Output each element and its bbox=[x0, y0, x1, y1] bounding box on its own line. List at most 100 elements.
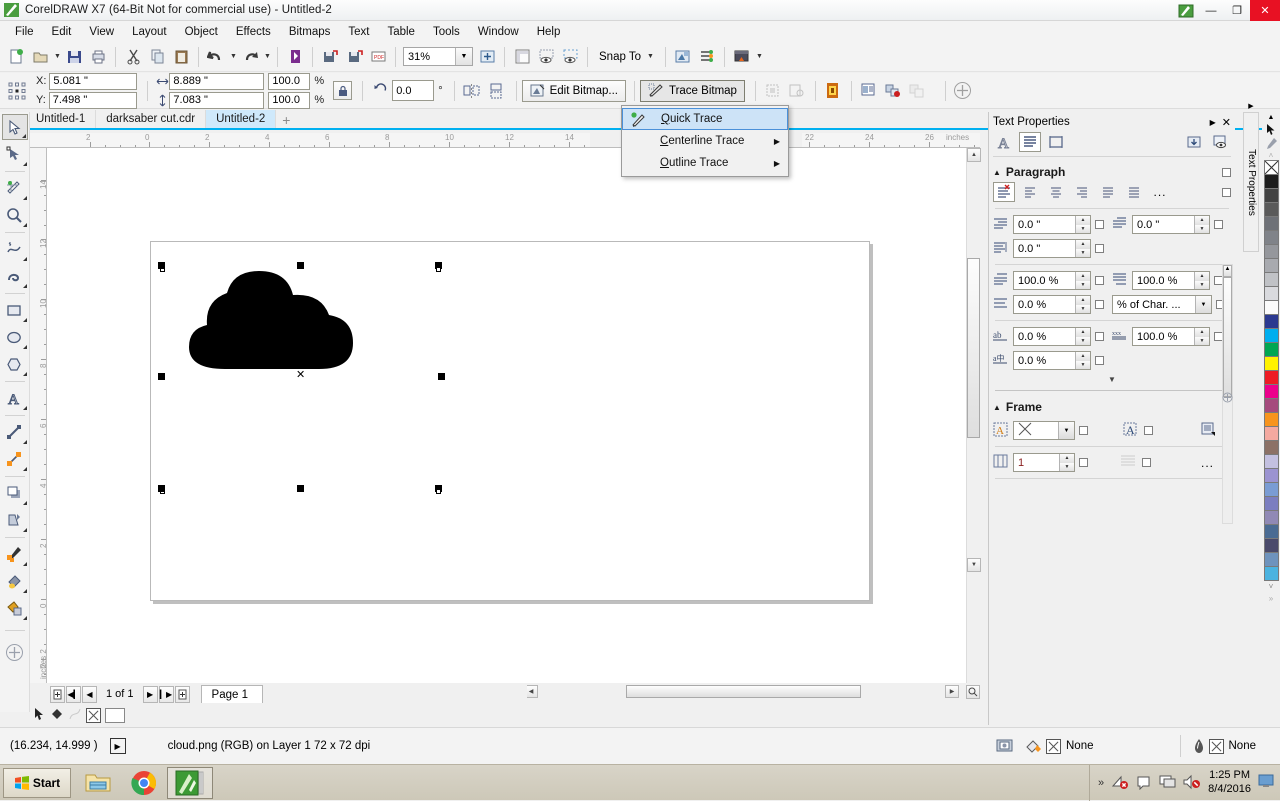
preview-text-icon[interactable] bbox=[1209, 132, 1231, 152]
before-paragraph-input[interactable]: 100.0 % ▲ ▼ bbox=[1013, 271, 1091, 290]
tool-crop[interactable] bbox=[2, 175, 28, 201]
mirror-vertical-icon[interactable] bbox=[484, 79, 508, 103]
no-fill-swatch[interactable] bbox=[86, 707, 101, 723]
menu-text[interactable]: Text bbox=[339, 24, 378, 40]
menu-item-centerline-trace[interactable]: Centerline Trace ▶ bbox=[622, 130, 788, 152]
alignment-checkbox[interactable] bbox=[1222, 187, 1231, 197]
scroll-down-arrow-icon[interactable]: ▼ bbox=[967, 558, 981, 572]
language-spacing-input[interactable]: 0.0 % ▲ ▼ bbox=[1013, 351, 1091, 370]
vertical-alignment-checkbox[interactable] bbox=[1079, 426, 1088, 435]
align-full-justify-button[interactable] bbox=[1097, 182, 1119, 202]
open-dropdown-arrow-icon[interactable]: ▼ bbox=[52, 45, 62, 69]
status-expand-button[interactable]: ▶ bbox=[109, 738, 126, 754]
menu-item-quick-trace[interactable]: Quick Trace bbox=[622, 108, 788, 130]
palette-swatch-17[interactable] bbox=[1263, 398, 1279, 413]
import-text-styles-icon[interactable] bbox=[1183, 132, 1205, 152]
object-manager-icon[interactable] bbox=[695, 45, 719, 69]
snap-to-arrow-icon[interactable]: ▼ bbox=[647, 53, 654, 60]
palette-swatch-19[interactable] bbox=[1263, 426, 1279, 441]
palette-swatch-25[interactable] bbox=[1263, 510, 1279, 525]
x-position-input[interactable]: 5.081 " bbox=[49, 72, 138, 90]
scroll-right-arrow-icon[interactable]: ▶ bbox=[945, 685, 959, 698]
align-force-justify-button[interactable] bbox=[1123, 182, 1145, 202]
undo-dropdown-arrow-icon[interactable]: ▼ bbox=[228, 45, 238, 69]
bitmap-color-mask-icon[interactable] bbox=[821, 79, 845, 103]
tool-polygon[interactable] bbox=[2, 351, 28, 377]
align-right-button[interactable] bbox=[1071, 182, 1093, 202]
doc-tab-darksaber[interactable]: darksaber cut.cdr bbox=[96, 110, 207, 128]
columns-checkbox[interactable] bbox=[1079, 458, 1088, 467]
close-button[interactable]: ✕ bbox=[1250, 0, 1280, 21]
last-page-button[interactable]: ▎▶ bbox=[158, 685, 174, 703]
show-rulers-icon[interactable] bbox=[510, 45, 534, 69]
palette-swatch-9[interactable] bbox=[1263, 286, 1279, 301]
doc-tab-untitled-2[interactable]: Untitled-2 bbox=[206, 110, 277, 128]
vertical-scrollbar[interactable]: ▲ ▼ bbox=[966, 148, 981, 683]
drawing-canvas[interactable]: ✕ bbox=[47, 148, 980, 683]
wrap-text-icon[interactable] bbox=[857, 79, 881, 103]
frame-tab-icon[interactable] bbox=[1045, 132, 1067, 152]
text-properties-side-tab[interactable]: Text Properties bbox=[1243, 112, 1259, 252]
palette-swatch-12[interactable] bbox=[1263, 328, 1279, 343]
add-object-icon[interactable] bbox=[951, 79, 975, 103]
column-settings-checkbox[interactable] bbox=[1142, 458, 1151, 467]
palette-up-chevron-icon[interactable]: ˄ bbox=[1263, 150, 1279, 160]
save-icon[interactable] bbox=[62, 45, 86, 69]
menu-layout[interactable]: Layout bbox=[123, 24, 176, 40]
new-document-icon[interactable] bbox=[4, 45, 28, 69]
columns-input[interactable]: 1 ▲ ▼ bbox=[1013, 453, 1075, 472]
first-line-indent-checkbox[interactable] bbox=[1095, 220, 1104, 229]
tray-action-center-icon[interactable] bbox=[1136, 774, 1152, 793]
menu-file[interactable]: File bbox=[6, 24, 43, 40]
export-icon[interactable] bbox=[318, 45, 342, 69]
spacing-units-arrow-icon[interactable]: ▼ bbox=[1195, 296, 1211, 313]
tool-interactive-fill[interactable] bbox=[2, 568, 28, 594]
export-for-icon[interactable] bbox=[342, 45, 366, 69]
selection-handle-tr[interactable] bbox=[436, 267, 441, 272]
zoom-dropdown-arrow-icon[interactable]: ▼ bbox=[455, 48, 472, 65]
snap-to-button[interactable]: Snap To ▼ bbox=[593, 51, 660, 63]
tool-text[interactable]: A bbox=[2, 385, 28, 411]
tool-smart-fill[interactable] bbox=[2, 595, 28, 621]
scale-height-input[interactable]: 100.0 bbox=[268, 91, 311, 109]
tool-zoom[interactable] bbox=[2, 202, 28, 228]
application-launcher-icon[interactable] bbox=[730, 45, 754, 69]
launcher-dropdown-arrow-icon[interactable]: ▼ bbox=[754, 45, 764, 69]
tool-drop-shadow[interactable] bbox=[2, 480, 28, 506]
palette-swatch-24[interactable] bbox=[1263, 496, 1279, 511]
taskbar-windows-explorer-icon[interactable] bbox=[75, 767, 121, 799]
alignment-more-button[interactable]: ... bbox=[1149, 182, 1171, 202]
show-grid-icon[interactable] bbox=[534, 45, 558, 69]
align-left-button[interactable] bbox=[1019, 182, 1041, 202]
menu-window[interactable]: Window bbox=[469, 24, 528, 40]
taskbar-coreldraw-icon[interactable] bbox=[167, 766, 213, 799]
spacing-units-dropdown[interactable]: % of Char. ... ▼ bbox=[1112, 295, 1212, 314]
menu-bitmaps[interactable]: Bitmaps bbox=[280, 24, 340, 40]
previous-page-button[interactable]: ◀ bbox=[82, 685, 97, 703]
menu-table[interactable]: Table bbox=[378, 24, 424, 40]
docker-scroll-up-icon[interactable]: ▲ bbox=[1223, 265, 1232, 277]
before-paragraph-checkbox[interactable] bbox=[1095, 276, 1104, 285]
palette-swatch-21[interactable] bbox=[1263, 454, 1279, 469]
options-icon[interactable] bbox=[671, 45, 695, 69]
align-center-button[interactable] bbox=[1045, 182, 1067, 202]
tool-ellipse[interactable] bbox=[2, 324, 28, 350]
vertical-alignment-dropdown[interactable]: ▼ bbox=[1013, 421, 1075, 440]
character-spacing-checkbox[interactable] bbox=[1095, 332, 1104, 341]
zoom-level-combo[interactable]: 31% ▼ bbox=[403, 47, 473, 66]
selection-handle-mid-left[interactable] bbox=[158, 373, 165, 380]
palette-expand-icon[interactable]: » bbox=[1263, 592, 1279, 604]
menu-edit[interactable]: Edit bbox=[43, 24, 81, 40]
doc-tab-untitled-1[interactable]: Untitled-1 bbox=[26, 110, 97, 128]
tool-freehand[interactable] bbox=[2, 236, 28, 262]
palette-swatch-18[interactable] bbox=[1263, 412, 1279, 427]
paragraph-more-options-arrow[interactable]: ▼ bbox=[993, 375, 1231, 384]
character-spacing-input[interactable]: 0.0 % ▲ ▼ bbox=[1013, 327, 1091, 346]
palette-swatch-22[interactable] bbox=[1263, 468, 1279, 483]
palette-swatch-15[interactable] bbox=[1263, 370, 1279, 385]
text-direction-checkbox[interactable] bbox=[1144, 426, 1153, 435]
horizontal-ruler[interactable]: 2 0 2 4 6 8 10 12 14 22 24 26 inches bbox=[30, 133, 980, 148]
redo-dropdown-arrow-icon[interactable]: ▼ bbox=[262, 45, 272, 69]
language-spacing-checkbox[interactable] bbox=[1095, 356, 1104, 365]
import-icon[interactable] bbox=[283, 45, 307, 69]
